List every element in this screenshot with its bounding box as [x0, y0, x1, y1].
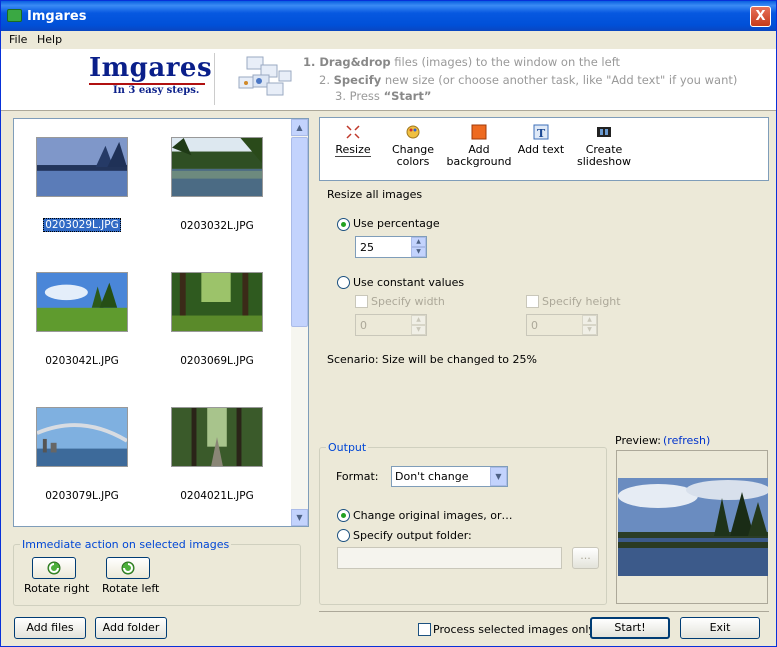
scroll-up-icon[interactable]: ▲ — [291, 119, 308, 136]
thumbnail-image[interactable] — [171, 407, 263, 467]
thumbnail-image[interactable] — [171, 137, 263, 197]
output-group: Output Format: Don't change ▼ Change ori… — [319, 441, 607, 605]
task-toolbar: Resize Change colors Add background T Add … — [319, 117, 769, 181]
film-icon — [597, 127, 611, 137]
rotate-right-icon — [47, 561, 61, 575]
step-2: 2. Specify new size (or choose another t… — [319, 73, 738, 87]
thumbnail-label[interactable]: 0203042L.JPG — [22, 355, 142, 367]
height-stepper[interactable]: 0 ▲ ▼ — [526, 314, 598, 336]
thumbnail-image[interactable] — [36, 407, 128, 467]
app-window: Imgares X File Help Imgares In 3 easy st… — [0, 0, 777, 647]
resize-heading: Resize all images — [327, 188, 423, 201]
immediate-action-group: Immediate action on selected images Rota… — [13, 538, 301, 606]
tool-add-background[interactable]: Add background — [446, 124, 512, 168]
thumbnail-image[interactable] — [36, 137, 128, 197]
step-3: 3. Press “Start” — [335, 89, 432, 103]
thumbnail-image[interactable] — [171, 272, 263, 332]
rotate-right-button[interactable] — [32, 557, 76, 579]
thumbnail-label[interactable]: 0203029L.JPG — [22, 218, 142, 232]
stepper-up-icon: ▲ — [411, 315, 426, 325]
format-label: Format: — [336, 470, 379, 483]
header-banner: Imgares In 3 easy steps. 1. Drag&drop fi… — [1, 49, 776, 111]
tool-add-text[interactable]: T Add text — [516, 124, 566, 156]
use-percentage-radio[interactable] — [337, 218, 350, 231]
specify-height-checkbox[interactable] — [526, 295, 539, 308]
thumbnail-label[interactable]: 0204021L.JPG — [157, 490, 277, 502]
menu-help[interactable]: Help — [37, 33, 62, 46]
stepper-down-icon: ▼ — [411, 325, 426, 335]
browse-folder-button[interactable]: ... — [572, 547, 599, 569]
background-icon — [471, 124, 487, 140]
preview-label: Preview: — [615, 434, 661, 447]
stepper-down-icon[interactable]: ▼ — [411, 247, 426, 257]
process-selected-checkbox[interactable] — [418, 623, 431, 636]
immediate-action-title: Immediate action on selected images — [20, 538, 232, 551]
menu-bar: File Help — [1, 31, 776, 49]
menu-file[interactable]: File — [9, 33, 27, 46]
add-files-button[interactable]: Add files — [14, 617, 86, 639]
preview-image — [618, 478, 768, 576]
scenario-text: Scenario: Size will be changed to 25% — [327, 353, 537, 366]
window-title: Imgares — [27, 9, 87, 24]
resize-icon — [346, 125, 360, 139]
scroll-thumb[interactable] — [291, 137, 308, 327]
palette-icon — [406, 125, 420, 139]
specify-width-label: Specify width — [371, 295, 445, 308]
output-folder-input[interactable] — [337, 547, 562, 569]
thumbnail-label[interactable]: 0203032L.JPG — [157, 220, 277, 232]
percentage-stepper[interactable]: 25 ▲ ▼ — [355, 236, 427, 258]
specify-folder-label[interactable]: Specify output folder: — [353, 529, 472, 542]
drag-drop-icon — [238, 56, 292, 96]
start-button[interactable]: Start! — [590, 617, 670, 639]
change-original-label[interactable]: Change original images, or… — [353, 509, 512, 522]
image-gallery[interactable]: 0203029L.JPG 0203032L.JPG 0203042L.JPG 0… — [13, 118, 309, 527]
width-stepper[interactable]: 0 ▲ ▼ — [355, 314, 427, 336]
app-icon — [7, 9, 22, 22]
change-original-radio[interactable] — [337, 509, 350, 522]
preview-refresh-link[interactable]: (refresh) — [663, 434, 710, 447]
gallery-scrollbar[interactable]: ▲ ▼ — [291, 119, 308, 526]
tool-resize[interactable]: Resize — [333, 124, 373, 157]
stepper-up-icon[interactable]: ▲ — [411, 237, 426, 247]
specify-folder-radio[interactable] — [337, 529, 350, 542]
specify-width-checkbox[interactable] — [355, 295, 368, 308]
tool-change-colors[interactable]: Change colors — [388, 124, 438, 168]
close-button[interactable]: X — [750, 6, 771, 27]
svg-text:T: T — [537, 127, 546, 140]
rotate-left-icon — [121, 561, 135, 575]
stepper-up-icon: ▲ — [582, 315, 597, 325]
scroll-down-icon[interactable]: ▼ — [291, 509, 308, 526]
logo-text: Imgares — [89, 53, 213, 83]
specify-height-label: Specify height — [542, 295, 621, 308]
tool-create-slideshow[interactable]: Create slideshow — [576, 124, 632, 168]
rotate-left-button[interactable] — [106, 557, 150, 579]
thumbnail-image[interactable] — [36, 272, 128, 332]
step-1: 1. Drag&drop files (images) to the windo… — [303, 55, 621, 69]
output-title: Output — [326, 441, 369, 454]
thumbnail-label[interactable]: 0203079L.JPG — [22, 490, 142, 502]
header-divider — [214, 53, 215, 105]
format-select[interactable]: Don't change ▼ — [391, 466, 508, 487]
title-bar[interactable]: Imgares X — [1, 1, 776, 31]
rotate-left-label: Rotate left — [102, 582, 160, 595]
stepper-down-icon: ▼ — [582, 325, 597, 335]
text-icon: T — [533, 124, 549, 140]
preview-panel — [616, 450, 768, 604]
exit-button[interactable]: Exit — [680, 617, 760, 639]
chevron-down-icon[interactable]: ▼ — [490, 467, 507, 486]
process-selected-label[interactable]: Process selected images only — [433, 623, 595, 636]
use-constant-radio[interactable] — [337, 276, 350, 289]
add-folder-button[interactable]: Add folder — [95, 617, 167, 639]
rotate-right-label: Rotate right — [24, 582, 90, 595]
use-constant-label[interactable]: Use constant values — [353, 276, 464, 289]
use-percentage-label[interactable]: Use percentage — [353, 217, 440, 230]
logo-tagline: In 3 easy steps. — [113, 85, 200, 96]
thumbnail-label[interactable]: 0203069L.JPG — [157, 355, 277, 367]
bottom-divider — [319, 611, 769, 612]
